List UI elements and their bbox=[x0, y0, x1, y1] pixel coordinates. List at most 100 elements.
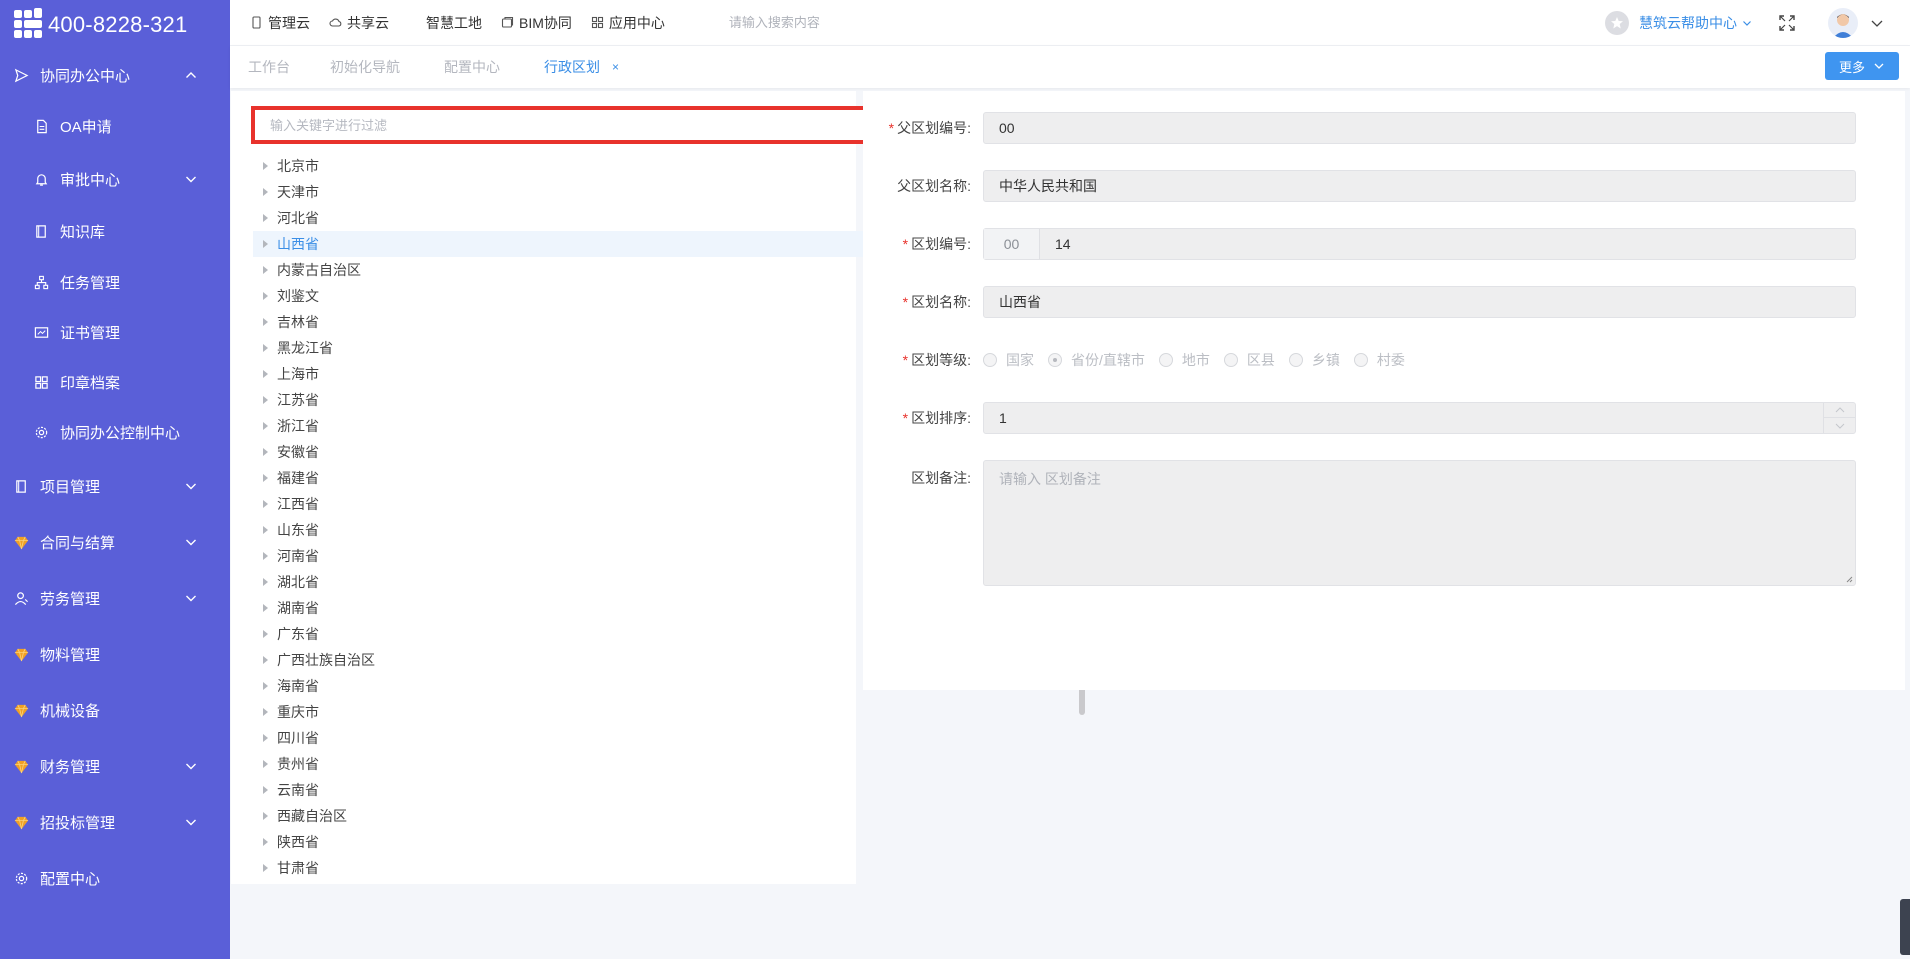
expand-arrow-icon[interactable] bbox=[263, 656, 268, 664]
expand-arrow-icon[interactable] bbox=[263, 734, 268, 742]
sidebar-item-7[interactable]: 协同办公控制中心 bbox=[0, 407, 230, 458]
tree-node[interactable]: 重庆市 bbox=[253, 699, 1059, 725]
expand-arrow-icon[interactable] bbox=[263, 552, 268, 560]
expand-arrow-icon[interactable] bbox=[263, 448, 268, 456]
expand-arrow-icon[interactable] bbox=[263, 708, 268, 716]
code-field[interactable]: 00 14 bbox=[983, 228, 1856, 260]
expand-arrow-icon[interactable] bbox=[263, 240, 268, 248]
close-tab-icon[interactable]: × bbox=[612, 60, 619, 74]
side-widget[interactable] bbox=[1900, 899, 1910, 955]
expand-arrow-icon[interactable] bbox=[263, 682, 268, 690]
level-radio-option[interactable]: 村委 bbox=[1353, 350, 1405, 370]
sidebar-item-0[interactable]: 协同办公中心 bbox=[0, 50, 230, 100]
expand-arrow-icon[interactable] bbox=[263, 188, 268, 196]
logo[interactable]: 400-8228-321 bbox=[0, 0, 230, 50]
parent-name-field[interactable]: 中华人民共和国 bbox=[983, 170, 1856, 202]
sidebar-item-1[interactable]: OA申请 bbox=[0, 100, 230, 152]
level-radio-option[interactable]: 国家 bbox=[983, 350, 1034, 370]
expand-arrow-icon[interactable] bbox=[263, 292, 268, 300]
radio-circle-icon[interactable] bbox=[983, 353, 997, 367]
sidebar-item-15[interactable]: 配置中心 bbox=[0, 850, 230, 906]
resize-grip-icon[interactable] bbox=[1845, 575, 1853, 583]
sidebar-item-label: 项目管理 bbox=[40, 478, 101, 496]
expand-arrow-icon[interactable] bbox=[263, 864, 268, 872]
level-radio-option[interactable]: 省份/直辖市 bbox=[1048, 350, 1145, 370]
tree-node[interactable]: 云南省 bbox=[253, 777, 1059, 803]
sidebar-item-14[interactable]: 招投标管理 bbox=[0, 794, 230, 850]
logo-icon bbox=[14, 8, 44, 40]
global-search-input[interactable] bbox=[728, 15, 1029, 30]
tree-node-label: 天津市 bbox=[277, 184, 319, 200]
sidebar-item-label: 印章档案 bbox=[60, 374, 121, 392]
topnav-item-2[interactable]: 智慧工地 bbox=[408, 13, 482, 33]
sort-stepper[interactable] bbox=[1823, 403, 1855, 433]
level-radio-option[interactable]: 区县 bbox=[1223, 350, 1275, 370]
tree-node[interactable]: 四川省 bbox=[253, 725, 1059, 751]
sidebar-item-13[interactable]: 财务管理 bbox=[0, 738, 230, 794]
remark-textarea[interactable]: 请输入 区划备注 bbox=[983, 460, 1856, 586]
level-radio-option[interactable]: 乡镇 bbox=[1288, 350, 1340, 370]
user-avatar[interactable] bbox=[1828, 8, 1858, 38]
expand-arrow-icon[interactable] bbox=[263, 760, 268, 768]
expand-arrow-icon[interactable] bbox=[263, 812, 268, 820]
radio-circle-icon[interactable] bbox=[1158, 353, 1173, 367]
expand-arrow-icon[interactable] bbox=[263, 370, 268, 378]
parent-code-field[interactable]: 00 bbox=[983, 112, 1856, 144]
stepper-up-icon[interactable] bbox=[1824, 403, 1855, 418]
expand-arrow-icon[interactable] bbox=[263, 266, 268, 274]
tab-2[interactable]: 配置中心 bbox=[444, 57, 500, 77]
tab-0[interactable]: 工作台 bbox=[248, 57, 290, 77]
chevron-down-icon bbox=[186, 483, 196, 490]
expand-arrow-icon[interactable] bbox=[263, 838, 268, 846]
sidebar-item-2[interactable]: 审批中心 bbox=[0, 152, 230, 206]
expand-arrow-icon[interactable] bbox=[263, 162, 268, 170]
more-button[interactable]: 更多 bbox=[1824, 52, 1899, 80]
radio-circle-icon[interactable] bbox=[1353, 353, 1368, 367]
sidebar-item-5[interactable]: 证书管理 bbox=[0, 307, 230, 357]
radio-circle-icon[interactable] bbox=[1223, 353, 1238, 367]
radio-circle-icon[interactable] bbox=[1048, 353, 1062, 367]
sort-field[interactable]: 1 bbox=[983, 402, 1856, 434]
topnav-item-4[interactable]: 应用中心 bbox=[591, 13, 665, 33]
expand-arrow-icon[interactable] bbox=[263, 630, 268, 638]
expand-arrow-icon[interactable] bbox=[263, 500, 268, 508]
topnav-item-0[interactable]: 管理云 bbox=[250, 13, 310, 33]
expand-arrow-icon[interactable] bbox=[263, 344, 268, 352]
sidebar-item-12[interactable]: 机械设备 bbox=[0, 682, 230, 738]
sidebar-item-8[interactable]: 项目管理 bbox=[0, 458, 230, 514]
remark-label: 区划备注: bbox=[911, 470, 971, 486]
bell-icon bbox=[32, 170, 50, 188]
sidebar-item-10[interactable]: 劳务管理 bbox=[0, 570, 230, 626]
expand-arrow-icon[interactable] bbox=[263, 578, 268, 586]
topnav-item-3[interactable]: BIM协同 bbox=[501, 13, 572, 33]
name-field[interactable]: 山西省 bbox=[983, 286, 1856, 318]
sidebar-item-6[interactable]: 印章档案 bbox=[0, 357, 230, 407]
expand-arrow-icon[interactable] bbox=[263, 474, 268, 482]
sidebar-item-11[interactable]: 物料管理 bbox=[0, 626, 230, 682]
expand-arrow-icon[interactable] bbox=[263, 318, 268, 326]
expand-arrow-icon[interactable] bbox=[263, 214, 268, 222]
expand-arrow-icon[interactable] bbox=[263, 526, 268, 534]
tab-1[interactable]: 初始化导航 bbox=[330, 57, 400, 77]
expand-arrow-icon[interactable] bbox=[263, 396, 268, 404]
tree-node[interactable]: 贵州省 bbox=[253, 751, 1059, 777]
expand-arrow-icon[interactable] bbox=[263, 786, 268, 794]
level-radio-option[interactable]: 地市 bbox=[1158, 350, 1210, 370]
sidebar-item-4[interactable]: 任务管理 bbox=[0, 257, 230, 307]
topnav-item-1[interactable]: 共享云 bbox=[329, 13, 389, 33]
fullscreen-icon[interactable] bbox=[1778, 14, 1796, 32]
radio-circle-icon[interactable] bbox=[1288, 353, 1303, 367]
stepper-down-icon[interactable] bbox=[1824, 418, 1855, 433]
expand-arrow-icon[interactable] bbox=[263, 422, 268, 430]
tab-3[interactable]: 行政区划 × bbox=[544, 57, 619, 77]
tree-node[interactable]: 西藏自治区 bbox=[253, 803, 1059, 829]
user-menu-chevron-icon[interactable] bbox=[1870, 16, 1884, 30]
tree-node[interactable]: 甘肃省 bbox=[253, 855, 1059, 881]
sidebar-item-9[interactable]: 合同与结算 bbox=[0, 514, 230, 570]
tree-node-label: 江苏省 bbox=[277, 392, 319, 408]
tree-node-label: 贵州省 bbox=[277, 756, 319, 772]
sidebar-item-3[interactable]: 知识库 bbox=[0, 206, 230, 257]
help-center-link[interactable]: 慧筑云帮助中心 bbox=[1605, 11, 1752, 35]
expand-arrow-icon[interactable] bbox=[263, 604, 268, 612]
tree-node[interactable]: 陕西省 bbox=[253, 829, 1059, 855]
